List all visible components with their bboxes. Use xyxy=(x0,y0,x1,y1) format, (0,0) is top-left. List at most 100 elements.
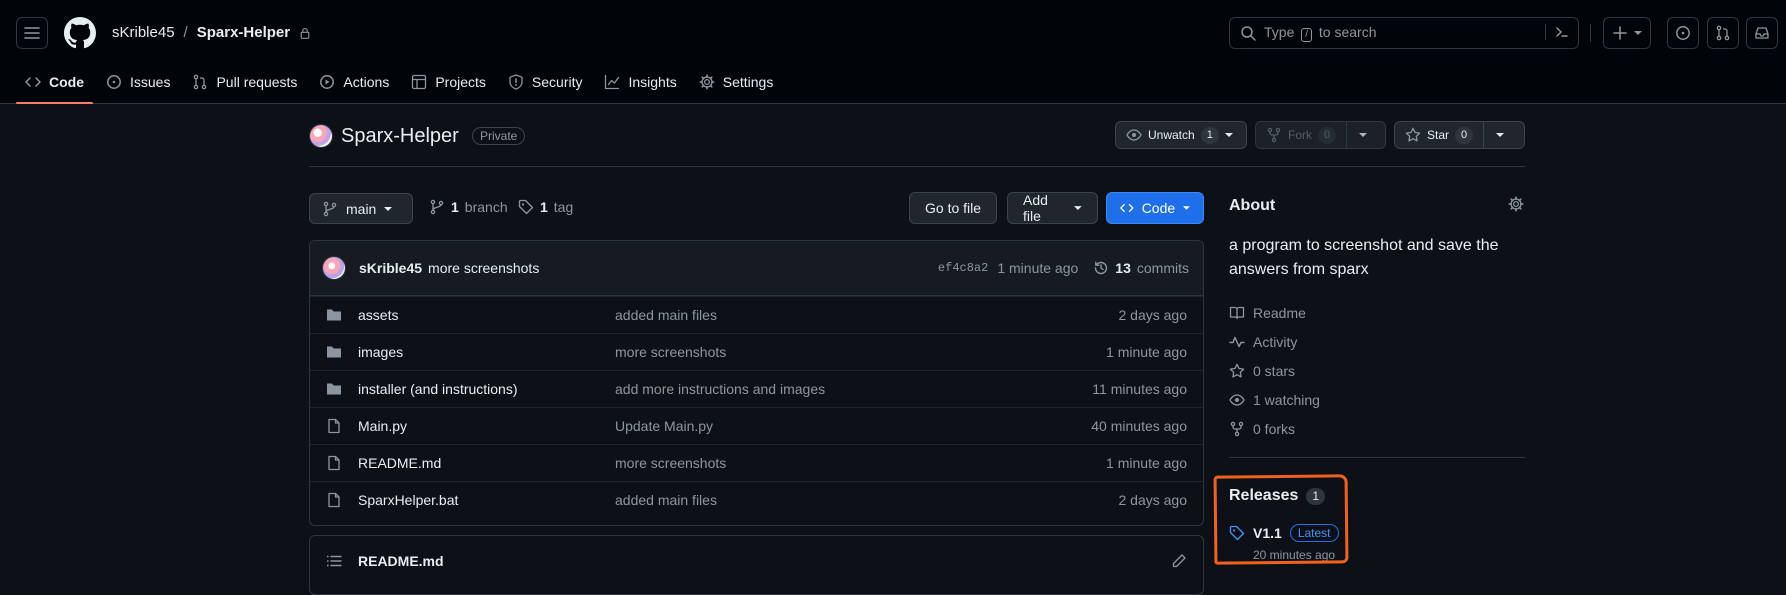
add-file-label: Add file xyxy=(1023,192,1048,224)
commit-message[interactable]: more screenshots xyxy=(428,260,539,276)
file-row[interactable]: installer (and instructions) add more in… xyxy=(310,370,1203,407)
github-logo-icon[interactable] xyxy=(64,17,96,49)
file-row[interactable]: README.md more screenshots 1 minute ago xyxy=(310,444,1203,481)
owner-link[interactable]: sKrible45 xyxy=(112,24,175,41)
file-commit-message[interactable]: more screenshots xyxy=(615,455,726,471)
file-icon xyxy=(328,492,340,508)
star-dropdown[interactable] xyxy=(1483,122,1516,148)
lock-icon xyxy=(300,27,310,39)
file-commit-message[interactable]: Update Main.py xyxy=(615,418,713,434)
branch-count: 1 xyxy=(451,199,459,215)
branch-select[interactable]: main xyxy=(309,193,413,224)
file-row[interactable]: Main.py Update Main.py 40 minutes ago xyxy=(310,407,1203,444)
commit-author[interactable]: sKrible45 xyxy=(359,260,422,276)
readme-title[interactable]: README.md xyxy=(358,553,444,569)
highlight-annotation xyxy=(1213,474,1349,565)
top-header: sKrible45 / Sparx-Helper Type / to searc… xyxy=(0,0,1786,104)
commits-link[interactable]: 13 commits xyxy=(1093,260,1189,276)
watch-count: 1 xyxy=(1200,126,1219,144)
fork-button-group[interactable]: Fork 0 xyxy=(1255,121,1386,149)
eye-icon xyxy=(1229,393,1245,406)
repo-title[interactable]: Sparx-Helper xyxy=(341,125,459,148)
issue-icon xyxy=(107,75,121,89)
menu-button[interactable] xyxy=(16,17,48,49)
file-row[interactable]: images more screenshots 1 minute ago xyxy=(310,333,1203,370)
tab-projects-label: Projects xyxy=(435,74,486,90)
commit-sha[interactable]: ef4c8a2 xyxy=(938,261,988,275)
go-to-file-button[interactable]: Go to file xyxy=(909,192,998,224)
star-icon xyxy=(1229,363,1245,378)
file-name[interactable]: installer (and instructions) xyxy=(358,381,615,397)
commit-author-avatar[interactable] xyxy=(322,256,346,280)
commits-label: commits xyxy=(1136,260,1189,276)
star-button[interactable]: Star 0 xyxy=(1395,122,1483,148)
tab-projects[interactable]: Projects xyxy=(402,64,495,100)
pulse-icon xyxy=(1229,336,1245,347)
file-row[interactable]: SparxHelper.bat added main files 2 days … xyxy=(310,481,1203,518)
folder-icon xyxy=(327,346,341,358)
tab-insights[interactable]: Insights xyxy=(595,64,685,100)
stars-link[interactable]: 0 stars xyxy=(1229,356,1320,385)
pencil-icon[interactable] xyxy=(1171,553,1187,569)
tab-security[interactable]: Security xyxy=(499,64,592,100)
triangle-down-icon xyxy=(1634,31,1642,35)
title-divider xyxy=(309,166,1525,167)
file-row[interactable]: assets added main files 2 days ago xyxy=(310,296,1203,333)
unwatch-button[interactable]: Unwatch 1 xyxy=(1115,121,1247,149)
tab-actions[interactable]: Actions xyxy=(310,64,398,100)
tag-icon xyxy=(518,199,534,215)
watchers-link[interactable]: 1 watching xyxy=(1229,385,1320,414)
fork-dropdown[interactable] xyxy=(1346,122,1379,148)
eye-icon xyxy=(1126,129,1142,141)
add-file-button[interactable]: Add file xyxy=(1007,192,1098,224)
tab-settings[interactable]: Settings xyxy=(690,64,783,100)
list-icon[interactable] xyxy=(326,553,342,569)
history-icon xyxy=(1095,261,1108,275)
triangle-down-icon xyxy=(1359,133,1368,137)
sidebar-divider xyxy=(1229,457,1525,458)
readme-link[interactable]: Readme xyxy=(1229,298,1320,327)
issues-button[interactable] xyxy=(1667,17,1699,49)
file-name[interactable]: assets xyxy=(358,307,615,323)
branch-name: main xyxy=(346,200,377,217)
fork-button[interactable]: Fork 0 xyxy=(1256,122,1346,148)
repo-link[interactable]: Sparx-Helper xyxy=(197,24,290,41)
search-input[interactable]: Type / to search xyxy=(1229,17,1579,49)
file-commit-message[interactable]: added main files xyxy=(615,492,717,508)
file-name[interactable]: SparxHelper.bat xyxy=(358,492,615,508)
gear-icon xyxy=(699,74,715,90)
forks-link[interactable]: 0 forks xyxy=(1229,414,1320,443)
file-age: 2 days ago xyxy=(1118,492,1188,508)
tab-issues[interactable]: Issues xyxy=(97,64,179,100)
about-item-label: 1 watching xyxy=(1253,391,1320,408)
tab-code[interactable]: Code xyxy=(16,64,93,104)
header-divider xyxy=(1590,24,1591,42)
code-button[interactable]: Code xyxy=(1106,192,1204,224)
code-button-label: Code xyxy=(1141,200,1176,216)
file-name[interactable]: images xyxy=(358,344,615,360)
file-commit-message[interactable]: more screenshots xyxy=(615,344,726,360)
file-name[interactable]: Main.py xyxy=(358,418,615,434)
file-name[interactable]: README.md xyxy=(358,455,615,471)
fork-label: Fork xyxy=(1288,128,1312,142)
tab-pull-requests[interactable]: Pull requests xyxy=(183,64,306,100)
command-palette-button[interactable] xyxy=(1545,24,1570,40)
inbox-button[interactable] xyxy=(1746,17,1778,49)
repo-owner-avatar[interactable] xyxy=(309,124,333,148)
star-button-group[interactable]: Star 0 xyxy=(1394,121,1525,149)
pull-requests-button[interactable] xyxy=(1707,17,1739,49)
play-icon xyxy=(320,75,335,89)
visibility-badge: Private xyxy=(472,127,526,145)
commit-time: 1 minute ago xyxy=(997,260,1079,276)
search-slash-key: / xyxy=(1301,28,1313,42)
activity-link[interactable]: Activity xyxy=(1229,327,1320,356)
gear-icon[interactable] xyxy=(1508,196,1524,212)
triangle-down-icon xyxy=(1183,206,1190,210)
file-commit-message[interactable]: added main files xyxy=(615,307,717,323)
create-new-button[interactable] xyxy=(1603,17,1651,49)
file-icon xyxy=(328,418,340,434)
branches-link[interactable]: 1 branch xyxy=(429,199,508,215)
file-commit-message[interactable]: add more instructions and images xyxy=(615,381,825,397)
tags-link[interactable]: 1 tag xyxy=(518,199,573,215)
breadcrumb-separator: / xyxy=(183,24,188,41)
